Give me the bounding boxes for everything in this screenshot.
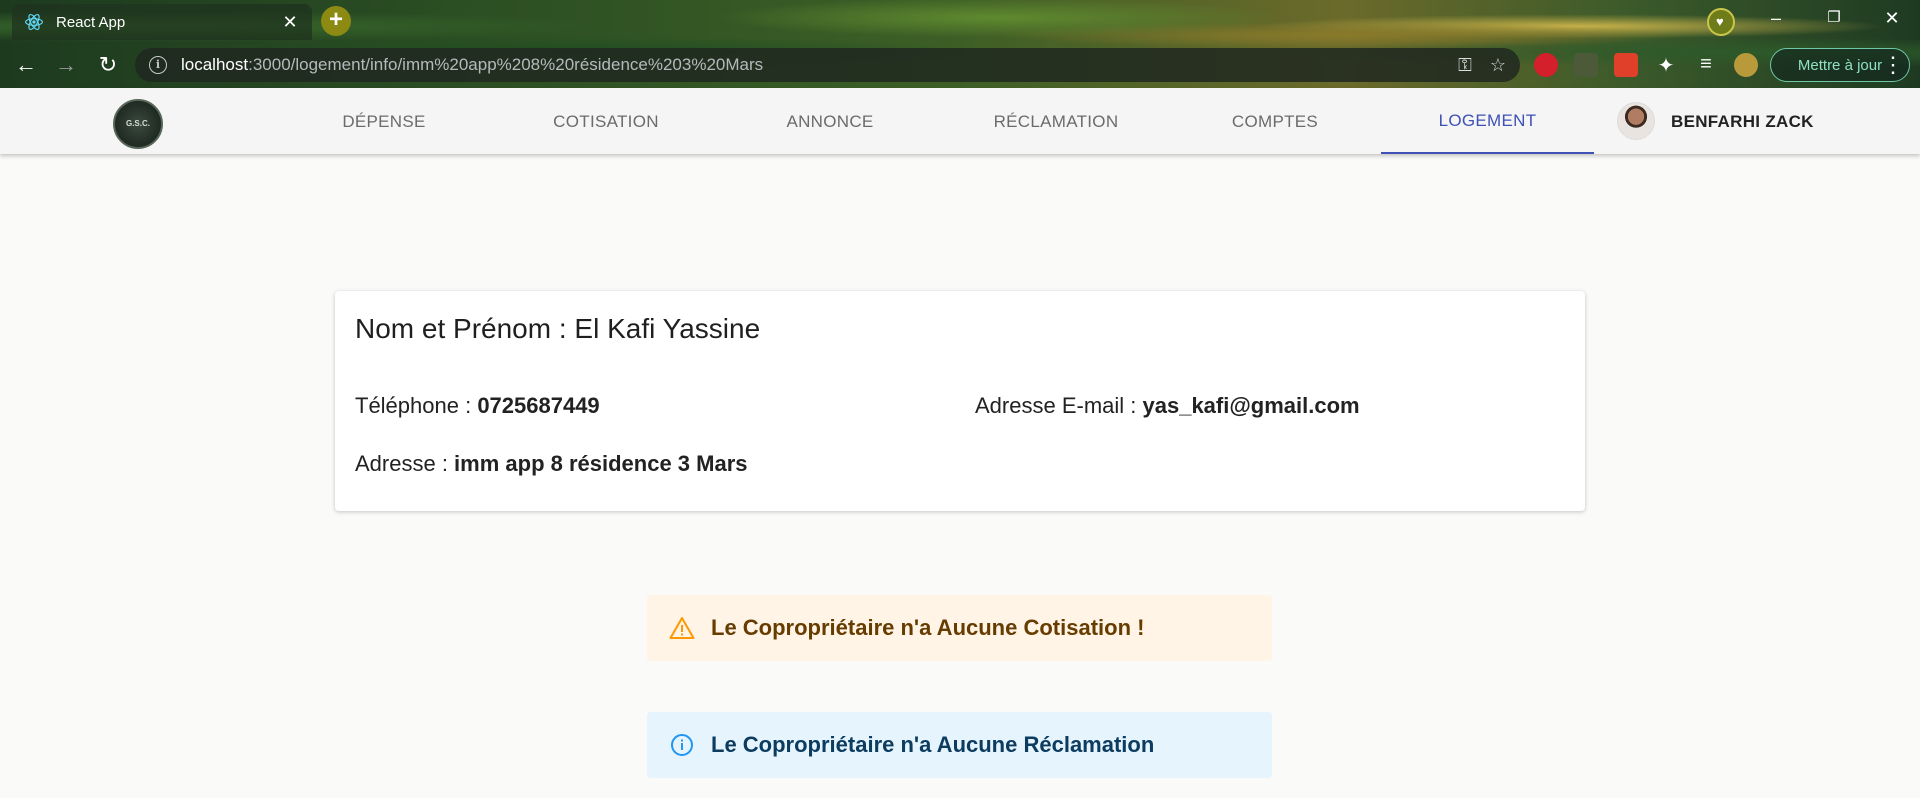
- app-navbar: G.S.C. DÉPENSE COTISATION ANNONCE RÉCLAM…: [0, 89, 1920, 154]
- url-host: localhost: [181, 55, 249, 74]
- address-label: Adresse :: [355, 451, 455, 476]
- back-icon[interactable]: ←: [12, 52, 40, 78]
- owner-name-title: Nom et Prénom : El Kafi Yassine: [355, 313, 761, 344]
- close-tab-icon[interactable]: ✕: [280, 12, 300, 33]
- email-label: Adresse E-mail :: [975, 393, 1143, 418]
- browser-chrome: React App ✕ + – ❐ ✕ ← → ↻ i localhost :3…: [0, 0, 1920, 88]
- extension-icon[interactable]: [1614, 53, 1638, 77]
- menu-kebab-icon[interactable]: ⋮: [1882, 52, 1904, 78]
- warning-icon: [669, 615, 695, 641]
- puzzle-icon[interactable]: ✦: [1654, 53, 1678, 77]
- react-icon: [25, 14, 43, 30]
- nav-item-reclamation[interactable]: RÉCLAMATION: [976, 89, 1136, 154]
- phone-label: Téléphone :: [355, 393, 478, 418]
- address-field: Adresse : imm app 8 résidence 3 Mars: [355, 451, 748, 477]
- new-tab-button[interactable]: +: [321, 6, 351, 36]
- forward-icon[interactable]: →: [52, 52, 80, 78]
- user-name[interactable]: BENFARHI ZACK: [1671, 89, 1814, 154]
- nav-item-depense[interactable]: DÉPENSE: [319, 89, 449, 154]
- address-value: imm app 8 résidence 3 Mars: [454, 451, 748, 476]
- owner-info-card: Nom et Prénom : El Kafi Yassine Téléphon…: [335, 291, 1585, 511]
- url-path: :3000/logement/info/imm%20app%208%20rési…: [248, 55, 764, 74]
- nav-item-comptes[interactable]: COMPTES: [1210, 89, 1340, 154]
- window-close-icon[interactable]: ✕: [1878, 8, 1906, 29]
- bookmark-star-icon[interactable]: ☆: [1490, 55, 1506, 76]
- nav-item-logement[interactable]: LOGEMENT: [1381, 89, 1594, 154]
- phone-value: 0725687449: [477, 393, 600, 418]
- no-reclamation-alert: Le Copropriétaire n'a Aucune Réclamation: [647, 712, 1272, 778]
- profile-icon[interactable]: [1707, 8, 1735, 36]
- extension-icon[interactable]: [1574, 53, 1598, 77]
- minimize-icon[interactable]: –: [1762, 8, 1790, 29]
- media-queue-icon[interactable]: ≡: [1694, 53, 1718, 77]
- avatar[interactable]: [1617, 102, 1655, 140]
- address-bar[interactable]: i localhost :3000/logement/info/imm%20ap…: [135, 48, 1520, 82]
- site-info-icon[interactable]: i: [149, 56, 167, 74]
- phone-field: Téléphone : 0725687449: [355, 393, 600, 419]
- reload-icon[interactable]: ↻: [94, 52, 122, 78]
- tab-title: React App: [56, 13, 126, 31]
- alert-text: Le Copropriétaire n'a Aucune Réclamation: [711, 732, 1155, 757]
- info-icon: [669, 732, 695, 758]
- email-field: Adresse E-mail : yas_kafi@gmail.com: [975, 393, 1360, 419]
- adblock-extension-icon[interactable]: [1534, 53, 1558, 77]
- key-icon[interactable]: ⚿: [1458, 55, 1472, 76]
- nav-item-cotisation[interactable]: COTISATION: [536, 89, 676, 154]
- no-cotisation-alert: Le Copropriétaire n'a Aucune Cotisation …: [647, 595, 1272, 661]
- profile-avatar-icon[interactable]: [1734, 53, 1758, 77]
- restore-icon[interactable]: ❐: [1820, 8, 1848, 26]
- app-logo[interactable]: G.S.C.: [113, 99, 163, 149]
- alert-text: Le Copropriétaire n'a Aucune Cotisation …: [711, 615, 1145, 640]
- browser-tab[interactable]: React App ✕: [12, 4, 312, 40]
- email-value: yas_kafi@gmail.com: [1142, 393, 1360, 418]
- nav-item-annonce[interactable]: ANNONCE: [765, 89, 895, 154]
